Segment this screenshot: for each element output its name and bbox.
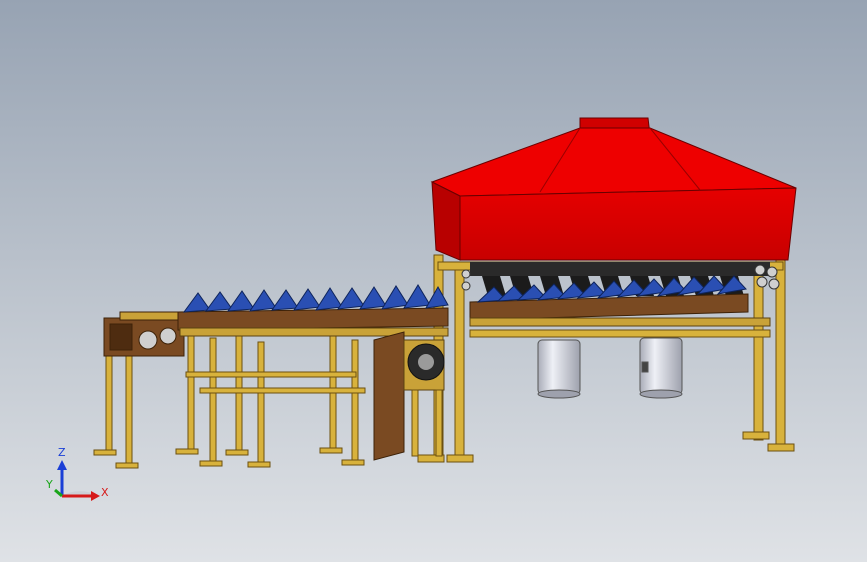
left-conveyor — [177, 284, 449, 337]
cad-viewport[interactable]: Z Y X — [0, 0, 867, 562]
z-axis-label: Z — [58, 446, 66, 459]
storage-cylinders — [537, 337, 683, 399]
red-hood — [430, 117, 797, 261]
loading-station — [103, 311, 185, 357]
machine-model[interactable]: Z Y X — [0, 0, 867, 562]
y-axis-label: Y — [45, 478, 53, 491]
x-axis-label: X — [101, 486, 109, 499]
